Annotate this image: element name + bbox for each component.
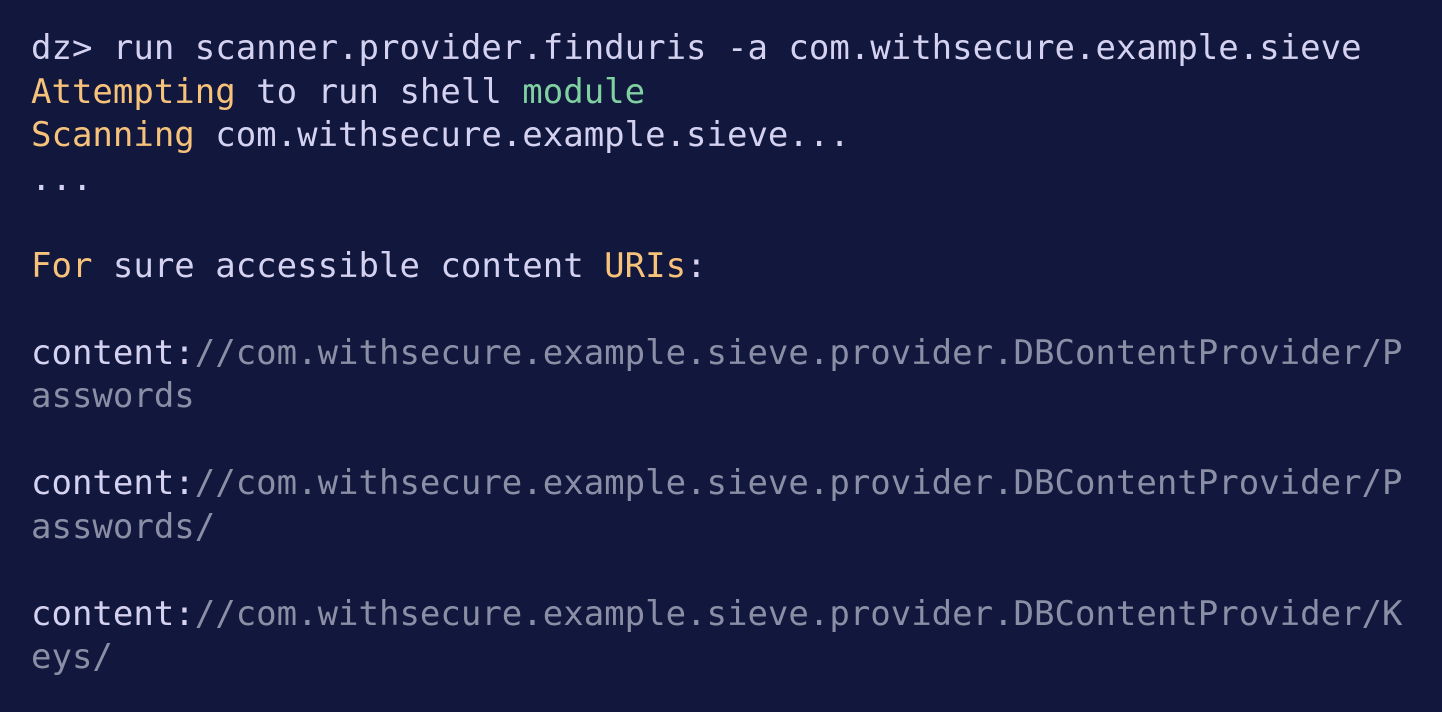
scanning-keyword: Scanning <box>31 115 195 155</box>
uri-scheme: content: <box>31 593 195 634</box>
scanning-target: com.withsecure.example.sieve... <box>194 115 850 155</box>
output-ellipsis: ... <box>31 158 93 199</box>
output-scanning: Scanning com.withsecure.example.sieve... <box>31 114 1442 158</box>
uri-entry: content://com.withsecure.example.sieve.p… <box>31 593 1442 680</box>
uri-line-2: eys/ <box>31 637 113 677</box>
prompt: dz> <box>31 28 113 68</box>
for-keyword: For <box>31 245 93 286</box>
uri-entry: content://com.withsecure.example.sieve.p… <box>31 332 1442 419</box>
module-keyword: module <box>522 71 646 112</box>
uri-scheme: content: <box>31 463 195 503</box>
uri-line-1: content://com.withsecure.example.sieve.p… <box>31 593 1442 637</box>
uri-line-2: asswords <box>31 376 195 416</box>
uri-line-1: content://com.withsecure.example.sieve.p… <box>31 462 1442 506</box>
header-colon: : <box>686 245 707 286</box>
attempting-text: to run shell <box>235 71 523 112</box>
uri-entry: content://com.withsecure.example.sieve.p… <box>31 462 1442 549</box>
uri-scheme: content: <box>31 332 195 373</box>
uri-path: //com.withsecure.example.sieve.provider.… <box>194 332 1403 373</box>
command-text: run scanner.provider.finduris -a com.wit… <box>112 28 1362 68</box>
uris-header: For sure accessible content URIs: <box>31 245 1442 289</box>
header-text: sure accessible content <box>92 245 605 286</box>
output-attempting: Attempting to run shell module <box>31 71 1442 115</box>
uri-path: //com.withsecure.example.sieve.provider.… <box>194 463 1403 503</box>
command-line: dz> run scanner.provider.finduris -a com… <box>31 27 1442 71</box>
uri-line-1: content://com.withsecure.example.sieve.p… <box>31 332 1442 376</box>
uris-keyword: URIs <box>604 245 687 286</box>
uri-path: //com.withsecure.example.sieve.provider.… <box>194 593 1403 634</box>
terminal-window[interactable]: dz> run scanner.provider.finduris -a com… <box>0 0 1442 712</box>
attempting-keyword: Attempting <box>31 71 236 112</box>
uri-line-2: asswords/ <box>31 506 216 547</box>
